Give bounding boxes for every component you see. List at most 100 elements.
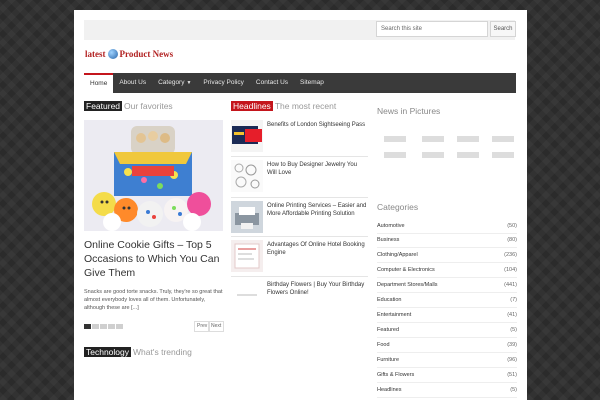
picture-thumbnail[interactable] (457, 152, 479, 158)
logo-text-left: latest (85, 49, 106, 59)
jewelry-thumbnail (231, 160, 263, 192)
flowers-thumbnail (231, 280, 263, 312)
search-button[interactable]: Search (490, 21, 516, 37)
picture-thumbnail[interactable] (384, 136, 406, 142)
divider (231, 276, 368, 277)
nav-item-privacy-policy[interactable]: Privacy Policy (197, 73, 249, 93)
divider (231, 156, 368, 157)
category-count: (51) (507, 372, 517, 378)
headline-title[interactable]: How to Buy Designer Jewelry You Will Lov… (267, 161, 368, 177)
category-count: (7) (510, 297, 517, 303)
headline-title[interactable]: Birthday Flowers | Buy Your Birthday Flo… (267, 281, 368, 297)
headlines-subtitle: The most recent (274, 101, 337, 111)
technology-subtitle: What's trending (133, 347, 192, 357)
category-count: (41) (507, 312, 517, 318)
hotel-booking-thumbnail (231, 240, 263, 272)
category-row[interactable]: Food (39) (377, 338, 517, 353)
category-count: (96) (507, 357, 517, 363)
headline-title[interactable]: Benefits of London Sightseeing Pass (267, 121, 368, 129)
category-row[interactable]: Gifts & Flowers (51) (377, 368, 517, 383)
nav-item-contact-us[interactable]: Contact Us (250, 73, 294, 93)
site-logo[interactable]: latest Product News (85, 47, 173, 61)
categories-title: Categories (377, 202, 419, 212)
headline-title[interactable]: Advantages Of Online Hotel Booking Engin… (267, 241, 368, 257)
headlines-badge: Headlines (231, 101, 273, 111)
picture-thumbnail[interactable] (492, 152, 514, 158)
category-count: (50) (507, 223, 517, 229)
search-input[interactable]: Search this site (376, 21, 488, 37)
cookie-gift-image (84, 120, 223, 231)
featured-image[interactable] (84, 120, 223, 231)
picture-thumbnail[interactable] (422, 136, 444, 142)
category-row[interactable]: Furniture (96) (377, 353, 517, 368)
slider-pagination (84, 324, 123, 329)
category-name[interactable]: Featured (377, 327, 399, 333)
printing-thumbnail (231, 201, 263, 233)
divider (231, 197, 368, 198)
category-count: (441) (504, 282, 517, 288)
category-count: (104) (504, 267, 517, 273)
nav-item-sitemap[interactable]: Sitemap (294, 73, 330, 93)
slider-dot-3[interactable] (100, 324, 107, 329)
globe-icon (107, 49, 118, 59)
category-name[interactable]: Clothing/Apparel (377, 252, 418, 258)
category-count: (236) (504, 252, 517, 258)
featured-heading: Featured Our favorites (84, 101, 173, 111)
caret-down-icon: ▼ (186, 80, 192, 86)
page-container: Search this site Search latest Product N… (74, 10, 527, 400)
category-name[interactable]: Food (377, 342, 390, 348)
picture-thumbnail[interactable] (457, 136, 479, 142)
category-row[interactable]: Education (7) (377, 293, 517, 308)
category-name[interactable]: Entertainment (377, 312, 411, 318)
nav-item-about-us[interactable]: About Us (113, 73, 152, 93)
headline-item[interactable]: Birthday Flowers | Buy Your Birthday Flo… (231, 280, 368, 314)
slider-dot-2[interactable] (92, 324, 99, 329)
category-name[interactable]: Furniture (377, 357, 399, 363)
category-count: (5) (510, 387, 517, 393)
main-nav: Home About Us Category ▼ Privacy Policy C… (84, 73, 516, 93)
featured-article-excerpt: Snacks are good torte snacks. Truly, the… (84, 289, 223, 311)
divider (231, 236, 368, 237)
headlines-heading: Headlines The most recent (231, 101, 336, 111)
category-row[interactable]: Featured (5) (377, 323, 517, 338)
nav-item-home[interactable]: Home (84, 73, 114, 93)
category-count: (5) (510, 327, 517, 333)
category-name[interactable]: Automotive (377, 223, 405, 229)
headline-item[interactable]: How to Buy Designer Jewelry You Will Lov… (231, 160, 368, 194)
news-in-pictures-title: News in Pictures (377, 106, 441, 116)
slider-dot-5[interactable] (116, 324, 123, 329)
headline-title[interactable]: Online Printing Services – Easier and Mo… (267, 202, 368, 218)
category-count: (39) (507, 342, 517, 348)
category-row[interactable]: Clothing/Apparel (236) (377, 248, 517, 263)
slider-dot-4[interactable] (108, 324, 115, 329)
headline-item[interactable]: Benefits of London Sightseeing Pass (231, 120, 368, 154)
featured-badge: Featured (84, 101, 123, 111)
london-pass-thumbnail (231, 120, 263, 152)
picture-thumbnail[interactable] (384, 152, 406, 158)
featured-article-title[interactable]: Online Cookie Gifts – Top 5 Occasions to… (84, 238, 224, 280)
headline-item[interactable]: Advantages Of Online Hotel Booking Engin… (231, 240, 368, 274)
category-row[interactable]: Automotive (50) (377, 219, 517, 234)
category-name[interactable]: Department Stores/Malls (377, 282, 438, 288)
picture-thumbnail[interactable] (492, 136, 514, 142)
category-count: (80) (507, 237, 517, 243)
category-row[interactable]: Entertainment (41) (377, 308, 517, 323)
featured-subtitle: Our favorites (124, 101, 173, 111)
category-row[interactable]: Headlines (5) (377, 383, 517, 398)
next-button[interactable]: Next (208, 321, 225, 332)
category-name[interactable]: Headlines (377, 387, 401, 393)
technology-heading: Technology What's trending (84, 347, 192, 357)
category-name[interactable]: Computer & Electronics (377, 267, 435, 273)
headline-item[interactable]: Online Printing Services – Easier and Mo… (231, 201, 368, 235)
picture-thumbnail[interactable] (422, 152, 444, 158)
nav-item-category[interactable]: Category ▼ (152, 73, 197, 93)
category-name[interactable]: Business (377, 237, 399, 243)
logo-text-right: Product News (119, 49, 174, 59)
category-row[interactable]: Business (80) (377, 233, 517, 248)
technology-badge: Technology (84, 347, 132, 357)
category-row[interactable]: Computer & Electronics (104) (377, 263, 517, 278)
category-name[interactable]: Gifts & Flowers (377, 372, 414, 378)
category-name[interactable]: Education (377, 297, 401, 303)
slider-dot-1[interactable] (84, 324, 91, 329)
category-row[interactable]: Department Stores/Malls (441) (377, 278, 517, 293)
